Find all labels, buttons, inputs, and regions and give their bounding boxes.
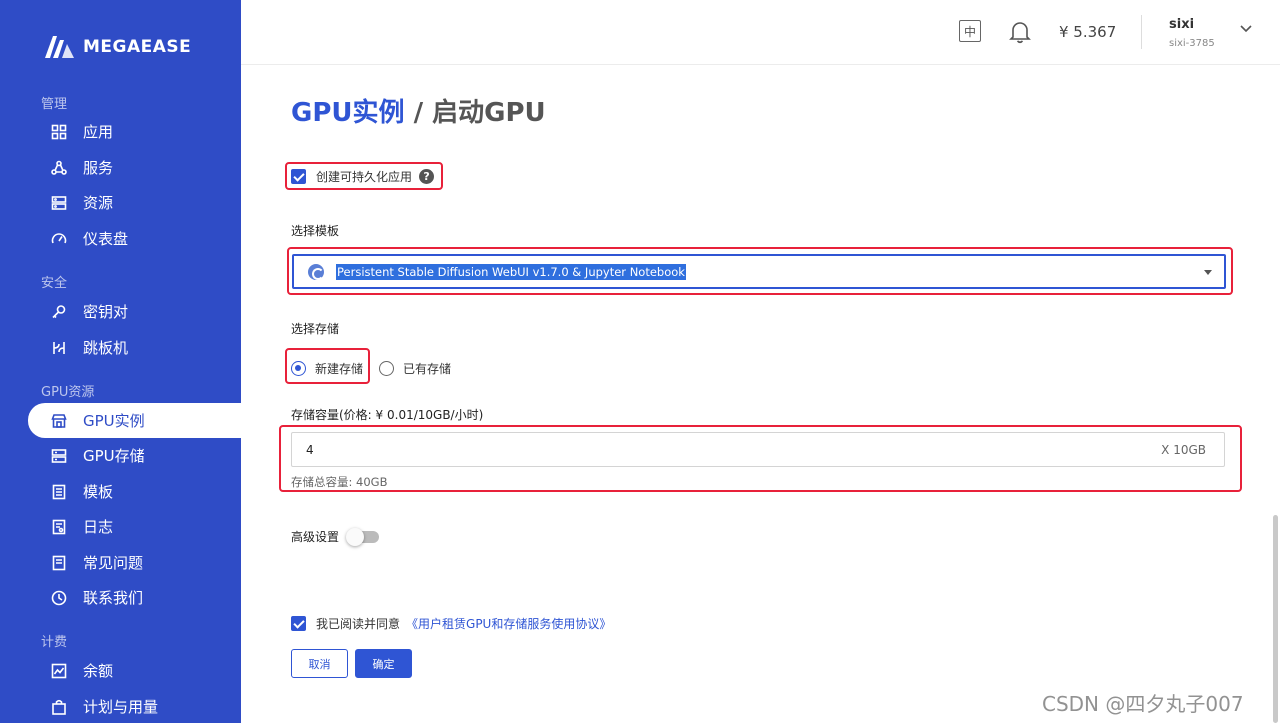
sidebar-item-label: GPU存储 xyxy=(83,447,145,465)
gauge-icon xyxy=(50,230,68,248)
capacity-total: 存储总容量: 40GB xyxy=(291,475,388,489)
sidebar-item-label: 模板 xyxy=(83,483,114,501)
key-icon xyxy=(50,303,68,321)
log-icon xyxy=(50,518,68,536)
sidebar-item-keypairs[interactable]: 密钥对 xyxy=(28,294,241,329)
megaease-logo-icon xyxy=(45,36,74,58)
breadcrumb-separator: / xyxy=(404,98,433,128)
capacity-input-value: 4 xyxy=(306,442,314,457)
top-header: 中 ¥ 5.367 sixi sixi-3785 xyxy=(241,0,1280,65)
bell-icon[interactable] xyxy=(1009,20,1031,44)
header-divider xyxy=(1141,15,1142,49)
sidebar-item-label: 联系我们 xyxy=(83,589,144,607)
nav-section-gpu: GPU资源 xyxy=(41,385,95,400)
sidebar-item-services[interactable]: 服务 xyxy=(28,150,241,185)
radio-existing-storage-label: 已有存储 xyxy=(403,362,452,376)
persistent-app-option[interactable]: 创建可持久化应用 ? xyxy=(291,168,435,185)
sidebar-item-balance[interactable]: 余额 xyxy=(28,653,241,688)
language-switch-button[interactable]: 中 xyxy=(959,20,981,42)
sidebar-item-resources[interactable]: 资源 xyxy=(28,185,241,220)
confirm-button[interactable]: 确定 xyxy=(355,649,412,678)
capacity-label: 存储容量(价格: ¥ 0.01/10GB/小时) xyxy=(291,408,484,422)
template-logo-icon xyxy=(308,263,324,280)
template-selected-value: Persistent Stable Diffusion WebUI v1.7.0… xyxy=(336,263,686,280)
agreement-link[interactable]: 《用户租赁GPU和存储服务使用协议》 xyxy=(406,615,611,632)
nav-section-manage: 管理 xyxy=(41,97,68,112)
radio-existing-storage-control[interactable] xyxy=(379,361,394,376)
radio-new-storage-control[interactable] xyxy=(291,361,306,376)
sidebar-item-label: GPU实例 xyxy=(83,412,145,430)
sidebar-item-plans-usage[interactable]: 计划与用量 xyxy=(28,689,241,723)
agreement-row: 我已阅读并同意 《用户租赁GPU和存储服务使用协议》 xyxy=(291,615,611,632)
advanced-settings-toggle[interactable] xyxy=(346,527,380,546)
radio-new-storage-label: 新建存储 xyxy=(315,362,364,376)
help-icon[interactable]: ? xyxy=(419,169,435,184)
template-section-label: 选择模板 xyxy=(291,224,340,238)
radio-new-storage[interactable]: 新建存储 xyxy=(291,360,363,377)
brand-logo[interactable]: MEGAEASE xyxy=(45,36,191,58)
server-icon xyxy=(50,194,68,212)
sidebar-item-label: 密钥对 xyxy=(83,303,129,321)
jump-host-icon xyxy=(50,339,68,357)
sidebar-item-label: 日志 xyxy=(83,518,114,536)
advanced-settings-label: 高级设置 xyxy=(291,530,340,544)
template-icon xyxy=(50,483,68,501)
capacity-input[interactable]: 4 X 10GB xyxy=(291,432,1225,467)
advanced-settings-row: 高级设置 xyxy=(291,527,380,546)
sidebar-item-apps[interactable]: 应用 xyxy=(28,114,241,149)
breadcrumb-current: 启动GPU xyxy=(432,98,546,128)
agreement-label: 我已阅读并同意 xyxy=(316,617,401,631)
sidebar-item-gpu-storage[interactable]: GPU存储 xyxy=(28,438,241,473)
brand-name: MEGAEASE xyxy=(83,37,192,57)
nav-section-billing: 计费 xyxy=(41,635,68,650)
user-name[interactable]: sixi xyxy=(1169,17,1194,32)
storage-section-label: 选择存储 xyxy=(291,322,340,336)
clock-icon xyxy=(50,589,68,607)
account-balance: ¥ 5.367 xyxy=(1059,23,1117,41)
user-id: sixi-3785 xyxy=(1169,38,1215,49)
sidebar-item-label: 资源 xyxy=(83,194,114,212)
sidebar-item-label: 常见问题 xyxy=(83,554,144,572)
store-icon xyxy=(50,412,68,430)
chart-icon xyxy=(50,662,68,680)
sidebar-item-label: 应用 xyxy=(83,123,114,141)
sidebar: MEGAEASE 管理 应用 服务 资源 仪表盘 安全 密钥对 跳板机 GPU资… xyxy=(0,0,241,723)
sidebar-item-contact[interactable]: 联系我们 xyxy=(28,580,241,615)
template-select[interactable]: Persistent Stable Diffusion WebUI v1.7.0… xyxy=(292,254,1226,289)
chevron-down-icon[interactable] xyxy=(1239,24,1253,34)
sidebar-item-label: 计划与用量 xyxy=(83,698,159,716)
cancel-button[interactable]: 取消 xyxy=(291,649,348,678)
sidebar-item-label: 余额 xyxy=(83,662,114,680)
service-icon xyxy=(50,159,68,177)
vertical-scrollbar[interactable] xyxy=(1273,515,1278,723)
caret-down-icon xyxy=(1204,270,1212,275)
grid-icon xyxy=(50,123,68,141)
persistent-app-checkbox[interactable] xyxy=(291,169,306,184)
sidebar-item-gpu-instances[interactable]: GPU实例 xyxy=(28,403,241,438)
watermark: CSDN @四夕丸子007 xyxy=(1042,692,1244,716)
sidebar-item-templates[interactable]: 模板 xyxy=(28,474,241,509)
persistent-app-label: 创建可持久化应用 xyxy=(316,170,413,184)
sidebar-item-logs[interactable]: 日志 xyxy=(28,509,241,544)
radio-existing-storage[interactable]: 已有存储 xyxy=(379,360,451,377)
sidebar-item-label: 服务 xyxy=(83,159,114,177)
bag-icon xyxy=(50,698,68,716)
breadcrumb-gpu-instances[interactable]: GPU实例 xyxy=(291,98,405,128)
agreement-checkbox[interactable] xyxy=(291,616,306,631)
sidebar-item-dashboard[interactable]: 仪表盘 xyxy=(28,221,241,256)
sidebar-item-jump-host[interactable]: 跳板机 xyxy=(28,330,241,365)
storage-icon xyxy=(50,447,68,465)
nav-section-security: 安全 xyxy=(41,276,68,291)
faq-icon xyxy=(50,554,68,572)
sidebar-item-label: 仪表盘 xyxy=(83,230,129,248)
sidebar-item-label: 跳板机 xyxy=(83,339,129,357)
sidebar-item-faq[interactable]: 常见问题 xyxy=(28,545,241,580)
page-title: GPU实例 / 启动GPU xyxy=(291,92,546,129)
capacity-unit: X 10GB xyxy=(1161,442,1206,457)
